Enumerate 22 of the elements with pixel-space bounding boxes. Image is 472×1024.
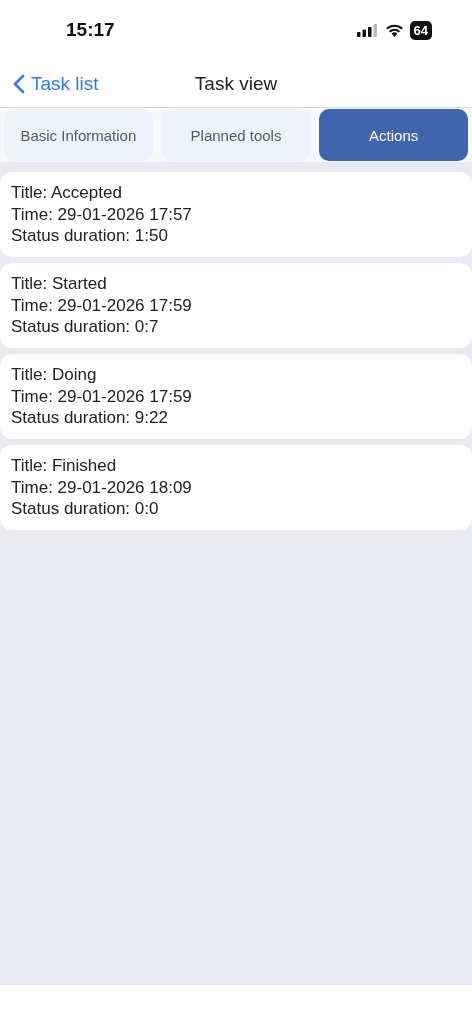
tab[interactable]: Basic Information — [4, 109, 153, 161]
action-detail: Title: Started — [11, 273, 108, 295]
action-detail: Time: 29-01-2026 17:57 — [11, 203, 193, 225]
action-detail: Title: Doing — [11, 364, 98, 386]
wifi-icon — [384, 23, 404, 37]
action-detail: Time: 29-01-2026 18:09 — [11, 476, 193, 498]
action-detail: Time: 29-01-2026 17:59 — [11, 294, 193, 316]
action-detail: Status duration: 9:22 — [11, 407, 169, 429]
battery-level: 64 — [413, 22, 428, 38]
chevron-left-icon — [13, 73, 25, 94]
tab[interactable]: Actions — [319, 109, 468, 161]
action-detail: Status duration: 1:50 — [11, 225, 169, 247]
status-time: 15:17 — [66, 19, 115, 41]
action-detail: Time: 29-01-2026 17:59 — [11, 385, 193, 407]
tab[interactable]: Planned tools — [161, 109, 311, 161]
action-detail: Title: Accepted — [11, 182, 123, 204]
page-title: Task view — [194, 72, 278, 95]
back-link[interactable]: Task list — [0, 72, 99, 95]
action-detail: Title: Finished — [11, 455, 118, 477]
signal-icon — [356, 23, 379, 37]
action-detail: Status duration: 0:0 — [11, 498, 160, 520]
action-detail: Status duration: 0:7 — [11, 316, 160, 338]
